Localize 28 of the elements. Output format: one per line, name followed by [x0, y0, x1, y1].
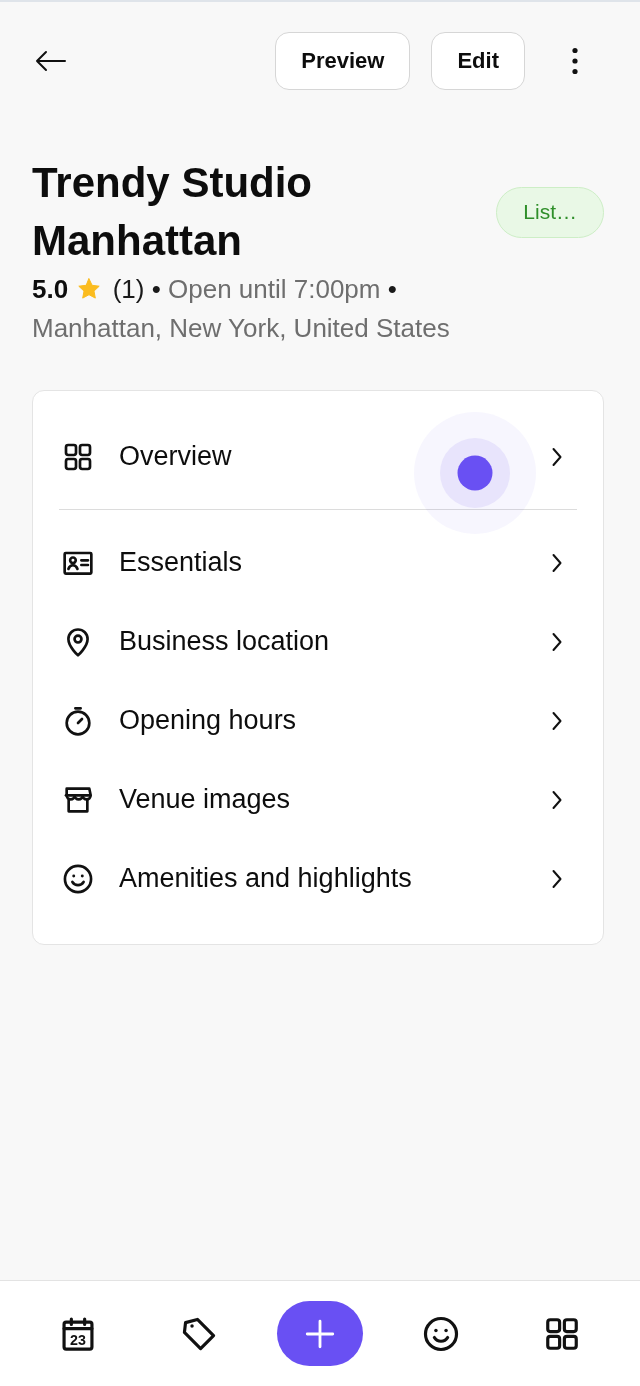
separator-dot: • — [151, 274, 161, 304]
rating-value: 5.0 — [32, 274, 69, 304]
smiley-icon[interactable] — [422, 1314, 461, 1353]
menu-item[interactable]: Venue images — [33, 760, 603, 839]
menu-item[interactable]: Amenities and highlights — [33, 839, 603, 918]
chevron-right-icon — [551, 630, 563, 653]
menu-item[interactable]: Opening hours — [33, 681, 603, 760]
separator-dot: • — [387, 274, 397, 304]
star-icon — [77, 277, 102, 301]
chevron-right-icon — [551, 867, 563, 890]
location-text: Manhattan, New York, United States — [32, 312, 450, 345]
chevron-right-icon — [551, 709, 563, 732]
review-count: (1) — [112, 274, 145, 304]
smiley-icon — [62, 862, 94, 895]
edit-button[interactable]: Edit — [431, 32, 525, 90]
menu-item[interactable]: Business location — [33, 602, 603, 681]
chevron-right-icon — [551, 788, 563, 811]
menu-item[interactable]: Overview — [33, 417, 603, 496]
chevron-right-icon — [551, 445, 563, 468]
venue-title: Trendy Studio Manhattan — [32, 158, 313, 266]
menu-item[interactable]: Essentials — [33, 523, 603, 602]
preview-button[interactable]: Preview — [275, 32, 411, 90]
back-arrow-icon[interactable] — [35, 49, 66, 73]
opening-hours-text: Open until 7:00pm — [168, 274, 381, 304]
status-badge: List… — [496, 186, 604, 238]
more-options-icon[interactable] — [571, 47, 579, 75]
stopwatch-icon — [62, 704, 94, 737]
chevron-right-icon — [551, 551, 563, 574]
